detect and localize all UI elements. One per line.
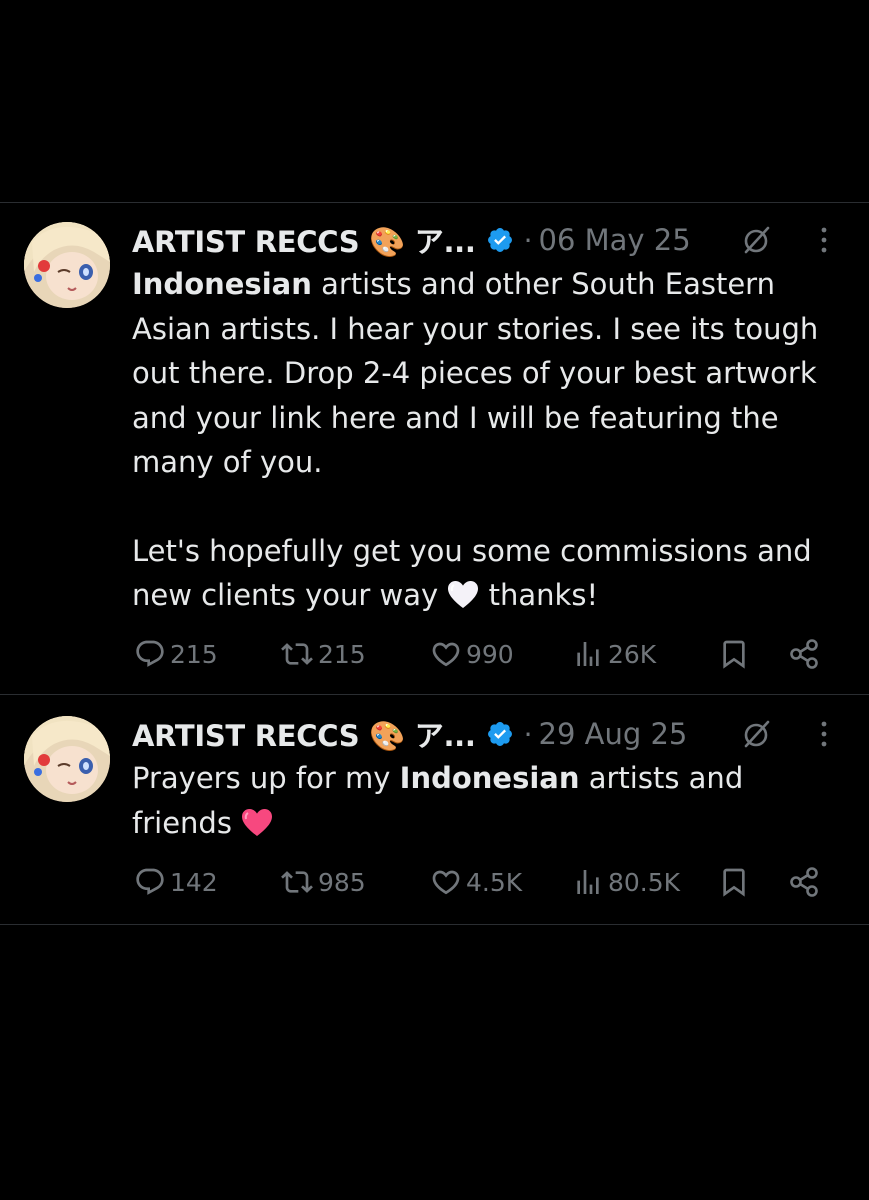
reply-icon (136, 868, 164, 895)
separator: · (523, 223, 533, 257)
tweet-content: ARTIST RECCS 🎨 ア... · 29 Aug 25 Prayers … (132, 712, 844, 897)
pink-heart-emoji (242, 808, 273, 836)
tweet-header: ARTIST RECCS 🎨 ア... · 29 Aug 25 (132, 712, 844, 756)
bottom-divider (0, 924, 869, 925)
tweet-date[interactable]: 06 May 25 (539, 223, 691, 257)
views-button[interactable]: 80.5K (572, 862, 680, 902)
white-heart-emoji (448, 581, 479, 608)
bookmark-icon (723, 640, 745, 669)
avatar-image (24, 716, 110, 802)
reply-button[interactable]: 142 (134, 862, 218, 902)
reply-icon (136, 640, 164, 667)
tweet-paragraph: Indonesian artists and other South Easte… (132, 262, 844, 485)
like-count: 4.5K (466, 867, 523, 897)
tweet-2[interactable]: ARTIST RECCS 🎨 ア... · 29 Aug 25 Prayers … (0, 712, 869, 922)
action-bar: 142 985 4.5K 80.5K (132, 862, 844, 902)
tweet-divider (0, 694, 869, 695)
author-name[interactable]: ARTIST RECCS 🎨 ア... (132, 713, 476, 755)
bold-word: Indonesian (399, 761, 580, 795)
tweet-content: ARTIST RECCS 🎨 ア... · 06 May 25 Indonesi… (132, 218, 844, 669)
share-button[interactable] (788, 862, 822, 902)
more-icon[interactable] (816, 224, 832, 256)
tweet-date[interactable]: 29 Aug 25 (539, 717, 688, 751)
repost-button[interactable]: 985 (280, 862, 366, 902)
repost-button[interactable]: 215 (280, 634, 366, 674)
views-icon (577, 642, 599, 666)
views-count: 26K (608, 639, 657, 669)
grok-icon[interactable] (740, 718, 772, 750)
like-button[interactable]: 4.5K (430, 862, 522, 902)
repost-count: 985 (318, 867, 366, 897)
paragraph-text: thanks! (479, 578, 599, 612)
action-bar: 215 215 990 26K (132, 634, 844, 674)
like-count: 990 (466, 639, 514, 669)
reply-button[interactable]: 215 (134, 634, 218, 674)
views-icon (577, 870, 599, 894)
author-name[interactable]: ARTIST RECCS 🎨 ア... (132, 219, 476, 261)
tweet-1[interactable]: ARTIST RECCS 🎨 ア... · 06 May 25 Indonesi… (0, 218, 869, 694)
views-button[interactable]: 26K (572, 634, 656, 674)
avatar[interactable] (24, 716, 110, 802)
reply-count: 142 (170, 867, 218, 897)
verified-icon (487, 722, 512, 746)
avatar-image (24, 222, 110, 308)
bookmark-button[interactable] (718, 862, 750, 902)
reply-count: 215 (170, 639, 218, 669)
repost-icon (281, 871, 313, 893)
tweet-header: ARTIST RECCS 🎨 ア... · 06 May 25 (132, 218, 844, 262)
share-icon (790, 867, 818, 897)
paragraph-text: Prayers up for my (132, 761, 400, 795)
share-icon (790, 639, 818, 669)
share-button[interactable] (788, 634, 822, 674)
repost-count: 215 (318, 639, 366, 669)
like-button[interactable]: 990 (430, 634, 514, 674)
like-icon (432, 870, 460, 895)
more-icon[interactable] (816, 718, 832, 750)
views-count: 80.5K (608, 867, 681, 897)
tweet-paragraph: Let's hopefully get you some commissions… (132, 529, 844, 618)
repost-icon (281, 643, 313, 665)
tweet-text: Indonesian artists and other South Easte… (132, 262, 844, 618)
separator: · (523, 717, 533, 751)
bookmark-button[interactable] (718, 634, 750, 674)
verified-icon (487, 228, 512, 252)
grok-icon[interactable] (740, 224, 772, 256)
tweet-text: Prayers up for my Indonesian artists and… (132, 756, 812, 845)
top-divider (0, 202, 869, 203)
bold-word: Indonesian (132, 267, 312, 301)
bookmark-icon (723, 868, 745, 897)
avatar[interactable] (24, 222, 110, 308)
like-icon (432, 642, 460, 667)
tweet-paragraph: Prayers up for my Indonesian artists and… (132, 756, 812, 845)
